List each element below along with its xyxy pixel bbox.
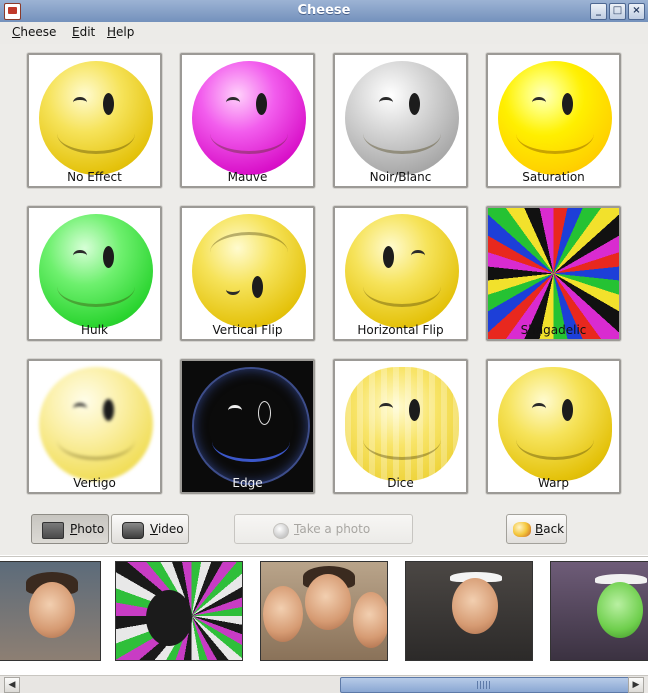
shutter-icon	[273, 523, 289, 539]
smiley-outline-icon	[192, 367, 310, 485]
smiley-saturated-icon	[498, 61, 612, 175]
smiley-pixelated-icon	[345, 367, 459, 481]
thumbnail-photo[interactable]	[0, 561, 101, 661]
take-photo-button[interactable]: Take a photo	[234, 514, 413, 544]
menu-bar: Cheese Edit Help	[0, 22, 648, 45]
smiley-warped-icon	[498, 367, 612, 481]
scroll-grip-icon	[477, 681, 491, 689]
effects-panel: No Effect Mauve Noir/Blanc Saturation Hu…	[0, 44, 648, 555]
menu-help[interactable]: Help	[107, 25, 134, 39]
menu-edit[interactable]: Edit	[72, 25, 95, 39]
effect-tile-dice[interactable]: Dice	[333, 359, 468, 494]
effect-tile-saturation[interactable]: Saturation	[486, 53, 621, 188]
effect-label: Shagadelic	[520, 323, 587, 337]
effect-label: Saturation	[522, 170, 585, 184]
effect-tile-warp[interactable]: Warp	[486, 359, 621, 494]
thumbnail-photo[interactable]	[550, 561, 648, 661]
close-icon[interactable]: ×	[628, 3, 645, 20]
effect-tile-vertigo[interactable]: Vertigo	[27, 359, 162, 494]
effect-tile-edge[interactable]: Edge	[180, 359, 315, 494]
effect-tile-vertical-flip[interactable]: Vertical Flip	[180, 206, 315, 341]
effect-label: Mauve	[227, 170, 268, 184]
thumbnail-strip	[0, 556, 648, 675]
thumbnail-photo[interactable]	[405, 561, 533, 661]
menu-cheese[interactable]: Cheese	[12, 25, 56, 39]
smiley-mauve-icon	[192, 61, 306, 175]
thumbnail-photo[interactable]	[260, 561, 388, 661]
effect-tile-hulk[interactable]: Hulk	[27, 206, 162, 341]
video-camera-icon	[122, 522, 144, 539]
effect-tile-mauve[interactable]: Mauve	[180, 53, 315, 188]
effect-label: Noir/Blanc	[369, 170, 432, 184]
thumbnail-photo[interactable]	[115, 561, 243, 661]
effect-tile-shagadelic[interactable]: Shagadelic	[486, 206, 621, 341]
effect-tile-noir-blanc[interactable]: Noir/Blanc	[333, 53, 468, 188]
effect-label: No Effect	[67, 170, 122, 184]
effects-palette-icon	[513, 522, 531, 537]
scroll-left-arrow-icon[interactable]: ◀	[4, 677, 20, 693]
back-button[interactable]: Back	[506, 514, 567, 544]
scrollbar-thumb[interactable]	[340, 677, 630, 693]
smiley-blurred-icon	[39, 367, 153, 481]
effect-label: Warp	[537, 476, 569, 490]
effect-label: Vertical Flip	[212, 323, 283, 337]
camera-icon	[42, 522, 64, 539]
take-photo-label: Take a photo	[294, 522, 371, 536]
effect-label: Vertigo	[73, 476, 116, 490]
video-mode-button[interactable]: Video	[111, 514, 189, 544]
scroll-right-arrow-icon[interactable]: ▶	[628, 677, 644, 693]
smiley-gray-icon	[345, 61, 459, 175]
maximize-icon[interactable]: □	[609, 3, 626, 20]
effect-label: Dice	[387, 476, 414, 490]
minimize-icon[interactable]: _	[590, 3, 607, 20]
effect-tile-no-effect[interactable]: No Effect	[27, 53, 162, 188]
video-mode-label: Video	[150, 522, 184, 536]
effect-tile-horizontal-flip[interactable]: Horizontal Flip	[333, 206, 468, 341]
smiley-yellow-icon	[39, 61, 153, 175]
effect-label: Horizontal Flip	[357, 323, 444, 337]
effect-label: Hulk	[81, 323, 108, 337]
photo-mode-label: Photo	[70, 522, 105, 536]
window-title: Cheese	[297, 3, 351, 18]
smiley-hflip-icon	[345, 214, 459, 328]
back-label: Back	[535, 522, 565, 536]
effect-label: Edge	[232, 476, 263, 490]
smiley-vflip-icon	[192, 214, 306, 328]
smiley-green-icon	[39, 214, 153, 328]
horizontal-scrollbar[interactable]: ◀ ▶	[0, 675, 648, 693]
photo-mode-button[interactable]: Photo	[31, 514, 109, 544]
title-bar: Cheese _ □ ×	[0, 0, 648, 23]
